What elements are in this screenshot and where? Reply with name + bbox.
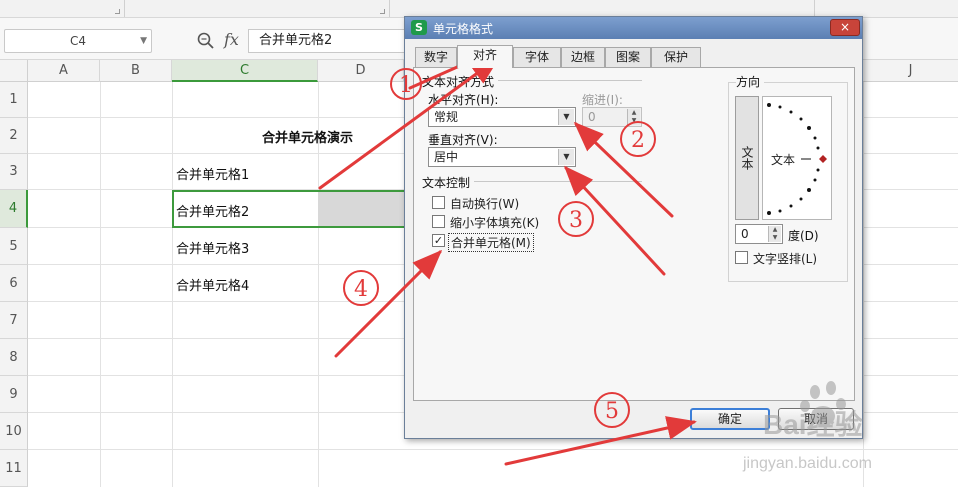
checkbox-box[interactable] (432, 196, 445, 209)
annotation-number-4: 4 (354, 277, 368, 302)
merge-cells-label: 合并单元格(M) (448, 233, 534, 252)
cell-c2[interactable]: 合并单元格演示 (262, 127, 353, 146)
row-header-11[interactable]: 11 (0, 450, 28, 487)
row-header-5[interactable]: 5 (0, 228, 28, 265)
name-box[interactable]: C4 ▼ (4, 29, 152, 53)
caret-up-icon[interactable]: ▲ (627, 109, 640, 117)
degree-label: 度(D) (788, 229, 819, 243)
text-control-group-label: 文本控制 (422, 174, 475, 191)
row-header-4[interactable]: 4 (0, 190, 28, 228)
text-alignment-group-label: 文本对齐方式 (422, 73, 499, 90)
row-header-9[interactable]: 9 (0, 376, 28, 413)
close-button[interactable]: × (830, 19, 860, 36)
grid-line (172, 82, 173, 487)
checkbox-box[interactable] (432, 215, 445, 228)
chevron-down-icon[interactable]: ▼ (558, 149, 574, 165)
row-header-3[interactable]: 3 (0, 154, 28, 190)
select-all-corner[interactable] (0, 60, 28, 82)
alignment-tab-panel: 文本对齐方式 水平对齐(H): 常规 ▼ 缩进(I): 0 ▲ ▼ 垂直对齐(V)… (413, 67, 855, 401)
row-header-7[interactable]: 7 (0, 302, 28, 339)
watermark-domain: jingyan.baidu.com (742, 455, 872, 472)
selected-cell-outline (172, 190, 406, 228)
column-header-d[interactable]: D (318, 60, 404, 82)
stepper-buttons[interactable]: ▲ ▼ (768, 226, 781, 242)
vertical-layout-label: 文字竖排(L) (753, 252, 818, 266)
horizontal-align-value: 常规 (434, 110, 459, 124)
vertical-align-value: 居中 (434, 150, 459, 164)
merge-cells-checkbox[interactable]: ✓ 合并单元格(M) (432, 233, 572, 252)
row-header-10[interactable]: 10 (0, 413, 28, 450)
check-icon[interactable]: ✓ (432, 234, 445, 247)
vertical-text-button[interactable]: 文本 (735, 96, 759, 220)
caret-down-icon[interactable]: ▼ (768, 234, 781, 242)
direction-group-label: 方向 (736, 73, 765, 90)
zoom-icon[interactable] (196, 31, 216, 51)
wrap-text-label: 自动换行(W) (450, 197, 520, 211)
toolbar-segment (125, 0, 390, 17)
format-cells-dialog: S 单元格格式 × 数字 对齐 字体 边框 图案 保护 文本对齐方式 水平对齐(… (404, 16, 863, 439)
vertical-align-label: 垂直对齐(V): (428, 133, 498, 147)
caret-up-icon[interactable]: ▲ (768, 226, 781, 234)
dialog-title: 单元格格式 (433, 22, 494, 36)
tab-protection[interactable]: 保护 (651, 47, 701, 67)
annotation-circle-4 (343, 270, 379, 306)
row-header-6[interactable]: 6 (0, 265, 28, 302)
shrink-to-fit-label: 缩小字体填充(K) (450, 216, 540, 230)
tab-border[interactable]: 边框 (561, 47, 605, 67)
stepper-buttons[interactable]: ▲ ▼ (627, 109, 640, 125)
column-header-c[interactable]: C (172, 60, 318, 82)
orientation-label: 文本 (771, 153, 796, 167)
group-expand-icon[interactable] (380, 9, 385, 14)
cell-c6[interactable]: 合并单元格4 (176, 275, 249, 294)
app-logo-icon: S (411, 20, 427, 35)
chevron-down-icon[interactable]: ▼ (558, 109, 574, 125)
horizontal-align-select[interactable]: 常规 ▼ (428, 107, 576, 127)
column-header-a[interactable]: A (28, 60, 100, 82)
tab-number[interactable]: 数字 (415, 47, 457, 67)
horizontal-align-label: 水平对齐(H): (428, 93, 499, 107)
indent-value: 0 (588, 110, 596, 124)
degree-stepper[interactable]: 0 ▲ ▼ (735, 224, 783, 244)
vertical-layout-checkbox[interactable]: 文字竖排(L) (735, 250, 835, 266)
indent-label: 缩进(I): (582, 93, 623, 107)
tab-pattern[interactable]: 图案 (605, 47, 651, 67)
dialog-titlebar[interactable]: S 单元格格式 × (405, 17, 862, 39)
baidu-jingyan-watermark: Bai经验 jingyan.baidu.com (742, 381, 872, 472)
tab-font[interactable]: 字体 (513, 47, 561, 67)
grid-line (100, 82, 101, 487)
group-expand-icon[interactable] (115, 9, 120, 14)
indent-stepper[interactable]: 0 ▲ ▼ (582, 107, 642, 127)
orientation-dial[interactable]: 文本 (762, 96, 832, 220)
vertical-align-select[interactable]: 居中 ▼ (428, 147, 576, 167)
cell-c3[interactable]: 合并单元格1 (176, 164, 249, 183)
function-icon[interactable]: fx (224, 30, 239, 49)
checkbox-box[interactable] (735, 251, 748, 264)
name-box-value: C4 (69, 34, 86, 48)
row-header-2[interactable]: 2 (0, 118, 28, 154)
column-header-b[interactable]: B (100, 60, 172, 82)
cell-c5[interactable]: 合并单元格3 (176, 238, 249, 257)
toolbar-segment (0, 0, 125, 17)
tab-alignment[interactable]: 对齐 (457, 45, 513, 68)
row-header-1[interactable]: 1 (0, 82, 28, 118)
wrap-text-checkbox[interactable]: 自动换行(W) (432, 195, 572, 211)
column-header-j[interactable]: J (863, 60, 958, 82)
degree-value: 0 (741, 227, 749, 241)
toolbar-segment (390, 0, 815, 17)
shrink-to-fit-checkbox[interactable]: 缩小字体填充(K) (432, 214, 572, 230)
caret-down-icon[interactable]: ▼ (627, 117, 640, 125)
watermark-brand: Bai经验 (763, 408, 863, 440)
chevron-down-icon[interactable]: ▼ (140, 30, 147, 52)
row-header-8[interactable]: 8 (0, 339, 28, 376)
